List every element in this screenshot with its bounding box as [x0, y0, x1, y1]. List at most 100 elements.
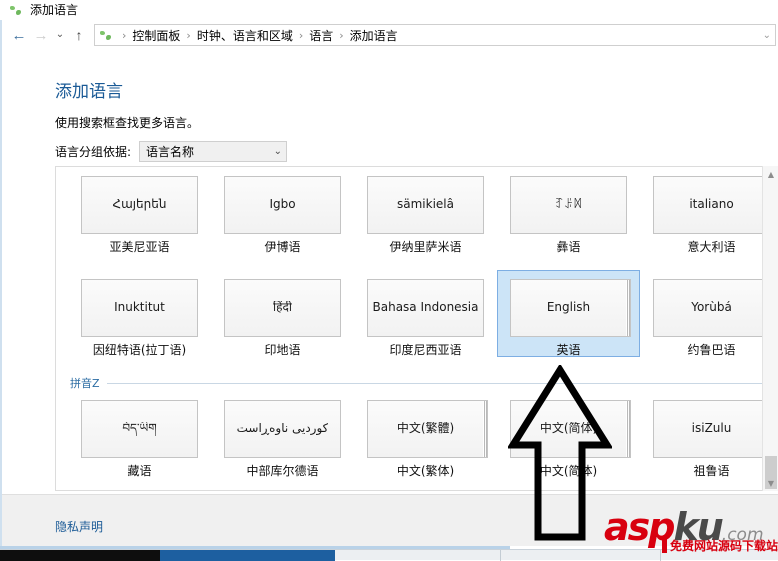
language-tile[interactable]: italiano 意大利语 [640, 167, 775, 253]
language-tile-label: 亚美尼亚语 [109, 240, 170, 254]
breadcrumb-item-add-language[interactable]: 添加语言 [349, 27, 399, 44]
taskbar [0, 549, 778, 561]
language-tile-box[interactable]: Bahasa Indonesia [367, 279, 484, 337]
language-tile-label: 印地语 [264, 343, 301, 357]
breadcrumb-item-control-panel[interactable]: 控制面板 [131, 27, 181, 44]
language-native-name: English [546, 301, 591, 315]
language-tile[interactable]: བོད་ཡིག 藏语 [68, 391, 211, 477]
language-native-name: isiZulu [691, 422, 732, 436]
language-tile[interactable]: isiZulu 祖鲁语 [640, 391, 775, 477]
language-tile[interactable]: हिंदी 印地语 [211, 270, 354, 356]
group-by-select[interactable]: 语言名称 ⌄ [139, 141, 288, 162]
language-tile-label: 伊纳里萨米语 [389, 240, 462, 254]
language-tile-label: 中部库尔德语 [246, 464, 319, 478]
footer: 隐私声明 [0, 494, 778, 546]
language-native-name: 中文(简体) [539, 422, 598, 436]
language-tile[interactable]: Yorùbá 约鲁巴语 [640, 270, 775, 356]
tile-row: Հայերեն 亚美尼亚语 Igbo 伊博语 sämikielâ 伊纳里萨米语 ꆈꌠꉙ 彝语 i… [56, 167, 775, 270]
language-tile-label: 伊博语 [264, 240, 301, 254]
language-tile-label: 中文(简体) [539, 464, 598, 478]
language-native-name: Yorùbá [691, 301, 732, 315]
scroll-down-arrow-icon[interactable]: ▼ [763, 475, 778, 491]
page-title: 添加语言 [55, 82, 123, 102]
breadcrumb-separator: › [298, 28, 304, 42]
language-native-name: Igbo [269, 198, 296, 212]
language-tile-box[interactable]: کوردیی ناوەڕاست [224, 400, 341, 458]
language-native-name: 中文(繁體) [396, 422, 455, 436]
language-tile[interactable]: Հայերեն 亚美尼亚语 [68, 167, 211, 253]
language-panel-scrollbar[interactable]: ▲ ▼ [762, 166, 778, 491]
language-native-name: sämikielâ [397, 198, 454, 212]
history-dropdown-button[interactable]: ⌄ [52, 24, 68, 46]
language-native-name: italiano [689, 198, 734, 212]
breadcrumb-separator: › [339, 28, 344, 42]
breadcrumb-item-clock-language-region[interactable]: 时钟、语言和区域 [196, 27, 294, 44]
language-tile-label: 印度尼西亚语 [389, 343, 462, 357]
window-title: 添加语言 [30, 3, 79, 17]
breadcrumb-item-language[interactable]: 语言 [308, 27, 334, 44]
language-native-name: کوردیی ناوەڕاست [236, 422, 329, 436]
language-tile-box[interactable]: Հայերեն [81, 176, 198, 234]
window-left-edge [0, 20, 2, 546]
address-bar: ← → ⌄ ↑ › 控制面板 › 时钟、语言和区域 › 语言 › 添加语言 ⌄ [0, 20, 778, 50]
language-tile-box[interactable]: ꆈꌠꉙ [510, 176, 627, 234]
title-bar: 添加语言 [0, 0, 778, 20]
language-tile[interactable]: Bahasa Indonesia 印度尼西亚语 [354, 270, 497, 356]
language-tile[interactable]: 中文(简体) 中文(简体) [497, 391, 640, 477]
breadcrumb-separator: › [186, 28, 191, 42]
language-tile-label: 彝语 [556, 240, 581, 254]
language-native-name: བོད་ཡིག [122, 422, 157, 436]
language-tile-box[interactable]: isiZulu [653, 400, 770, 458]
page-description: 使用搜索框查找更多语言。 [55, 116, 200, 130]
forward-button[interactable]: → [30, 24, 52, 46]
language-native-name: ꆈꌠꉙ [554, 198, 583, 212]
globe-icon [98, 28, 113, 43]
language-tile-label: 藏语 [127, 464, 152, 478]
language-tile-label: 祖鲁语 [693, 464, 730, 478]
language-tile-selected[interactable]: English 英语 [497, 270, 640, 357]
breadcrumb[interactable]: › 控制面板 › 时钟、语言和区域 › 语言 › 添加语言 ⌄ [94, 24, 776, 46]
language-tile-box[interactable]: English [510, 279, 631, 337]
globe-icon [8, 3, 23, 18]
language-tile-label: 因纽特语(拉丁语) [92, 343, 187, 357]
language-native-name: Inuktitut [114, 301, 165, 315]
taskbar-start-area [0, 550, 160, 561]
language-tile-box[interactable]: sämikielâ [367, 176, 484, 234]
tile-row: Inuktitut 因纽特语(拉丁语) हिंदी 印地语 Bahasa Indones… [56, 270, 775, 373]
taskbar-divider [500, 550, 501, 561]
group-by-value: 语言名称 [146, 145, 195, 159]
language-tile-box[interactable]: हिंदी [224, 279, 341, 337]
add-language-window: 添加语言 ← → ⌄ ↑ › 控制面板 › 时钟、语言和区域 › 语言 › 添加… [0, 0, 778, 561]
language-tile-box[interactable]: italiano [653, 176, 774, 234]
language-native-name: Հայերեն [112, 198, 167, 212]
language-tile-box[interactable]: Yorùbá [653, 279, 770, 337]
language-tile-label: 英语 [556, 343, 581, 357]
chevron-down-icon[interactable]: ⌄ [757, 30, 771, 41]
language-tile-box[interactable]: 中文(繁體) [367, 400, 488, 458]
language-tile-panel[interactable]: Հայերեն 亚美尼亚语 Igbo 伊博语 sämikielâ 伊纳里萨米语 ꆈꌠꉙ 彝语 i… [55, 166, 775, 491]
language-tile[interactable]: Igbo 伊博语 [211, 167, 354, 253]
privacy-statement-link[interactable]: 隐私声明 [55, 521, 103, 533]
language-tile[interactable]: کوردیی ناوەڕاست 中部库尔德语 [211, 391, 354, 477]
language-tile[interactable]: ꆈꌠꉙ 彝语 [497, 167, 640, 253]
language-tile-box[interactable]: Igbo [224, 176, 341, 234]
tile-group-header-label: 拼音Z [70, 376, 100, 390]
language-tile-box[interactable]: བོད་ཡིག [81, 400, 198, 458]
language-tile-box[interactable]: Inuktitut [81, 279, 198, 337]
language-tile[interactable]: sämikielâ 伊纳里萨米语 [354, 167, 497, 253]
group-by-row: 语言分组依据: 语言名称 ⌄ [55, 141, 288, 162]
scroll-up-arrow-icon[interactable]: ▲ [763, 166, 778, 182]
tile-row: བོད་ཡིག 藏语 کوردیی ناوەڕاست 中部库尔德语 中文(繁體) 中文(繁… [56, 391, 775, 490]
back-button[interactable]: ← [8, 24, 30, 46]
up-button[interactable]: ↑ [68, 24, 90, 46]
language-native-name: Bahasa Indonesia [372, 301, 479, 315]
language-tile[interactable]: 中文(繁體) 中文(繁体) [354, 391, 497, 477]
tile-group-header-rule [106, 382, 775, 384]
language-tile-box[interactable]: 中文(简体) [510, 400, 631, 458]
language-tile[interactable]: Inuktitut 因纽特语(拉丁语) [68, 270, 211, 356]
language-native-name: हिंदी [273, 301, 292, 315]
tile-group-header: 拼音Z [56, 375, 775, 391]
taskbar-active-item[interactable] [160, 550, 335, 561]
breadcrumb-separator: › [122, 28, 127, 42]
main-content: 添加语言 使用搜索框查找更多语言。 语言分组依据: 语言名称 ⌄ Հայերեն… [0, 50, 778, 494]
